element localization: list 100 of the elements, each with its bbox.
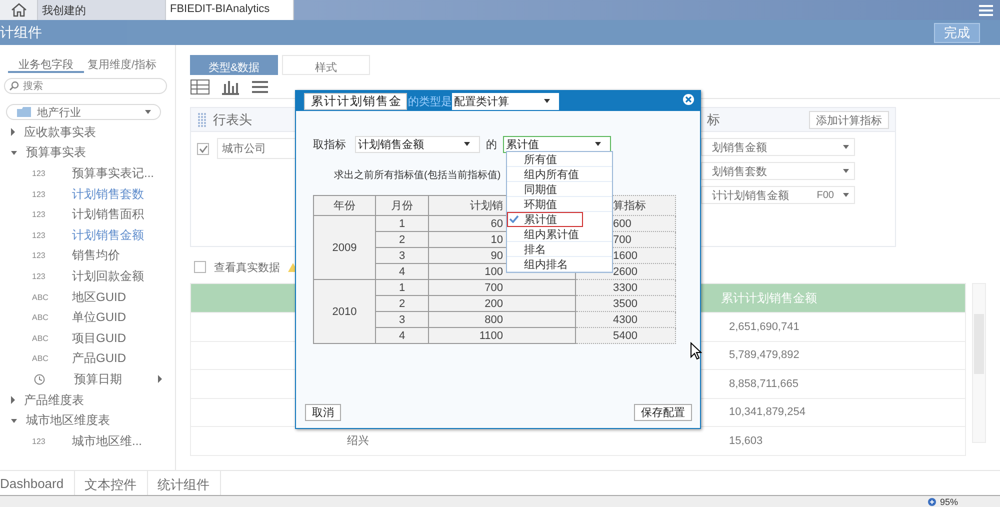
table-cell: 3 xyxy=(376,312,428,328)
chart-type-button[interactable] xyxy=(190,78,210,96)
type-label: 123 xyxy=(32,436,46,446)
type-label: 的类型是 xyxy=(408,94,452,108)
tree-item[interactable]: ABC 地区GUID xyxy=(0,286,175,308)
caret-right-icon xyxy=(157,375,163,384)
table-cell: 10,341,879,254 xyxy=(729,406,806,418)
caret-icon xyxy=(842,144,850,150)
type-label: ABC xyxy=(32,313,50,322)
table-cell: 5400 xyxy=(576,328,676,344)
table-cell: 4300 xyxy=(576,312,676,328)
close-icon xyxy=(683,94,694,105)
metric-select[interactable]: 计划销售金额 xyxy=(355,136,480,152)
close-button[interactable] xyxy=(683,94,694,108)
type-label: ABC xyxy=(32,354,50,364)
home-icon xyxy=(10,3,26,17)
tree-item[interactable]: 123 预算事实表记... xyxy=(0,163,175,184)
checkbox[interactable] xyxy=(197,142,209,154)
metric-select[interactable]: 计计划销售金额 F00 xyxy=(701,186,855,204)
table-cell: 3300 xyxy=(576,280,676,296)
caret-icon xyxy=(144,109,152,115)
type-label: 123 xyxy=(32,210,46,220)
tree-item[interactable]: 应收款事实表 xyxy=(0,122,175,143)
panel-title: 标 xyxy=(707,110,720,128)
package-select[interactable]: 地产行业 xyxy=(6,104,161,120)
tree-item[interactable]: 123 计划销售面积 xyxy=(0,204,175,225)
tree-item[interactable]: 预算事实表 xyxy=(0,142,175,164)
sidebar-tab[interactable]: 业务包字段 xyxy=(8,53,84,73)
browser-tab[interactable]: 我创建的 xyxy=(38,0,166,20)
table-icon xyxy=(190,78,210,96)
calculation-select[interactable]: 累计值 xyxy=(503,136,611,152)
tree-item[interactable]: ABC 项目GUID xyxy=(0,328,175,349)
sidebar-tab[interactable]: 复用维度/指标 xyxy=(84,53,160,73)
tree-item[interactable]: 城市地区维度表 xyxy=(0,410,175,431)
table-cell: 1100 xyxy=(428,328,576,344)
table-cell: 2 xyxy=(376,296,428,312)
table-cell: 1 xyxy=(376,216,428,232)
table-cell: 3500 xyxy=(576,296,676,312)
table-cell: 4 xyxy=(376,264,428,280)
table-cell: 8,858,711,665 xyxy=(729,378,799,390)
table-cell: 2 xyxy=(376,232,428,248)
tree-item[interactable]: 123 销售均价 xyxy=(0,246,175,266)
caret-icon xyxy=(463,141,471,147)
menu-item[interactable]: 环期值 xyxy=(507,197,612,212)
type-label: 123 xyxy=(32,168,46,178)
menu-item[interactable]: 同期值 xyxy=(507,182,612,197)
table-cell: 2009 xyxy=(314,216,376,280)
table-cell: 1 xyxy=(376,280,428,296)
browser-tab[interactable]: FBIEDIT-BIAnalytics xyxy=(166,0,294,20)
scrollbar[interactable] xyxy=(972,283,986,443)
cancel-button[interactable]: 取消 xyxy=(305,404,341,421)
menu-item[interactable]: 组内累计值 xyxy=(507,227,612,242)
check-icon xyxy=(198,144,208,152)
tree-item[interactable]: 123 城市地区维... xyxy=(0,430,175,452)
tree-item[interactable]: ABC 单位GUID xyxy=(0,307,175,328)
menu-item[interactable]: 排名 xyxy=(507,242,612,257)
description-text: 求出之前所有指标值(包括当前指标值) xyxy=(334,168,501,183)
tree-item[interactable]: ABC 产品GUID xyxy=(0,348,175,370)
menu-icon xyxy=(979,4,993,16)
zoom-icon xyxy=(928,498,936,506)
menu-item[interactable]: 累计值 xyxy=(507,212,583,227)
type-select[interactable]: 配置类计算 xyxy=(452,92,559,110)
type-label: ABC xyxy=(32,334,50,343)
menu-item[interactable]: 组内排名 xyxy=(507,257,612,272)
tree-item[interactable]: 123 计划销售金额 xyxy=(0,224,175,246)
grip-icon xyxy=(197,112,207,126)
tree-item[interactable]: 预算日期 xyxy=(0,369,175,390)
metric-select[interactable]: 划销售套数 xyxy=(701,162,855,180)
checkbox-label: 查看真实数据 xyxy=(214,260,280,274)
search-field[interactable]: 搜索 xyxy=(4,78,167,94)
zoom-level: 95% xyxy=(940,496,958,506)
table-cell: 15,603 xyxy=(729,434,763,447)
table-cell: 700 xyxy=(428,280,576,296)
tree-item[interactable]: 产品维度表 xyxy=(0,390,175,410)
add-metric-button[interactable]: 添加计算指标 xyxy=(809,110,889,128)
metric-select[interactable]: 划销售金额 xyxy=(701,138,855,156)
tree-item[interactable]: 123 计划销售套数 xyxy=(0,184,175,204)
editor-tab[interactable]: 类型&数据 xyxy=(190,55,278,75)
format-label: F00 xyxy=(816,190,834,200)
editor-tab[interactable]: 样式 xyxy=(282,55,370,75)
menu-item[interactable]: 所有值 xyxy=(507,152,612,167)
caret-icon xyxy=(842,168,850,174)
field-label: 的 xyxy=(485,138,498,152)
name-field[interactable]: 累计计划销售金 xyxy=(304,92,407,110)
home-button[interactable] xyxy=(0,0,38,20)
column-header: 累计计划销售金额 xyxy=(721,290,817,306)
checkbox[interactable] xyxy=(194,261,206,273)
table-cell-text: 绍兴 xyxy=(346,434,369,448)
check-icon xyxy=(509,215,519,223)
menu-item[interactable]: 组内所有值 xyxy=(507,167,612,182)
tree-item[interactable]: 123 计划回款金额 xyxy=(0,266,175,287)
table-cell: 2,651,690,741 xyxy=(729,320,800,333)
table-cell: 5,789,479,892 xyxy=(729,349,800,362)
table-cell: 2010 xyxy=(314,280,376,344)
type-label: 123 xyxy=(32,272,46,281)
field-label: 取指标 xyxy=(313,138,347,152)
save-button[interactable]: 保存配置 xyxy=(634,404,692,421)
clock-icon xyxy=(34,374,45,385)
caret-icon xyxy=(594,141,602,147)
caret-icon xyxy=(842,192,850,198)
